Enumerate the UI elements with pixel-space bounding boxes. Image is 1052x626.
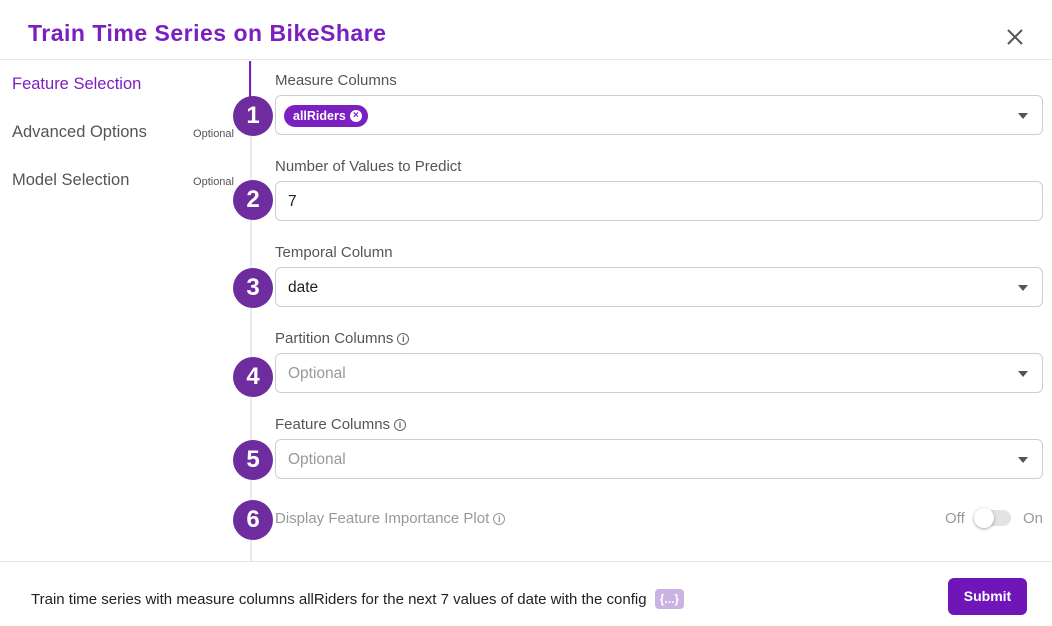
toggle-off-label: Off xyxy=(945,510,965,527)
chevron-down-icon xyxy=(1018,371,1028,377)
sidebar-item-label: Model Selection xyxy=(12,171,130,189)
partition-columns-label: Partition Columns xyxy=(275,330,394,347)
summary-text: Train time series with measure columns a… xyxy=(31,591,647,608)
chevron-down-icon xyxy=(1018,285,1028,291)
measure-tag: allRiders × xyxy=(284,105,368,127)
measure-columns-select[interactable]: allRiders × xyxy=(275,95,1043,135)
measure-tag-label: allRiders xyxy=(293,109,346,123)
step-badge-2: 2 xyxy=(233,180,273,220)
optional-tag: Optional xyxy=(193,176,234,188)
feature-columns-placeholder: Optional xyxy=(288,451,346,468)
info-icon[interactable]: i xyxy=(493,513,506,525)
feature-columns-label: Feature Columns xyxy=(275,416,391,433)
info-icon[interactable]: i xyxy=(394,419,407,431)
sidebar-item-advanced-options[interactable]: Advanced Options Optional xyxy=(12,123,242,147)
info-icon[interactable]: i xyxy=(397,333,410,345)
feature-columns-label-row: Feature Columns i xyxy=(275,416,407,433)
dialog-footer: Train time series with measure columns a… xyxy=(0,561,1052,626)
num-values-label: Number of Values to Predict xyxy=(275,158,462,175)
config-chip[interactable]: {...} xyxy=(654,589,685,609)
remove-tag-icon[interactable]: × xyxy=(349,110,362,122)
step-rail-active xyxy=(249,61,251,99)
step-rail xyxy=(250,61,252,561)
chevron-down-icon xyxy=(1018,113,1028,119)
temporal-column-select[interactable]: date xyxy=(275,267,1043,307)
sidebar: Feature Selection Advanced Options Optio… xyxy=(0,61,250,561)
partition-columns-label-row: Partition Columns i xyxy=(275,330,410,347)
summary-row: Train time series with measure columns a… xyxy=(31,589,685,609)
submit-button[interactable]: Submit xyxy=(948,578,1027,615)
sidebar-item-feature-selection[interactable]: Feature Selection xyxy=(12,75,242,99)
feature-importance-label-row: Display Feature Importance Plot i xyxy=(275,510,506,527)
step-badge-1: 1 xyxy=(233,96,273,136)
toggle-on-label: On xyxy=(1023,510,1044,527)
sidebar-item-label: Advanced Options xyxy=(12,123,147,141)
step-badge-4: 4 xyxy=(233,357,273,397)
sidebar-item-label: Feature Selection xyxy=(12,75,142,93)
close-icon[interactable] xyxy=(1002,24,1028,50)
step-badge-3: 3 xyxy=(233,268,273,308)
sidebar-item-model-selection[interactable]: Model Selection Optional xyxy=(12,171,242,195)
step-badge-5: 5 xyxy=(233,440,273,480)
toggle-knob xyxy=(974,508,994,528)
feature-columns-select[interactable]: Optional xyxy=(275,439,1043,479)
partition-columns-select[interactable]: Optional xyxy=(275,353,1043,393)
num-values-value: 7 xyxy=(288,193,297,210)
optional-tag: Optional xyxy=(193,128,234,140)
num-values-input[interactable]: 7 xyxy=(275,181,1043,221)
measure-columns-label: Measure Columns xyxy=(275,72,397,89)
feature-importance-toggle[interactable] xyxy=(974,508,1011,528)
temporal-column-value: date xyxy=(288,279,319,296)
feature-importance-label: Display Feature Importance Plot xyxy=(275,510,490,527)
dialog-title: Train Time Series on BikeShare xyxy=(28,20,387,46)
partition-columns-placeholder: Optional xyxy=(288,365,346,382)
temporal-column-label: Temporal Column xyxy=(275,244,393,261)
step-badge-6: 6 xyxy=(233,500,273,540)
dialog-header: Train Time Series on BikeShare xyxy=(0,0,1052,60)
chevron-down-icon xyxy=(1018,457,1028,463)
